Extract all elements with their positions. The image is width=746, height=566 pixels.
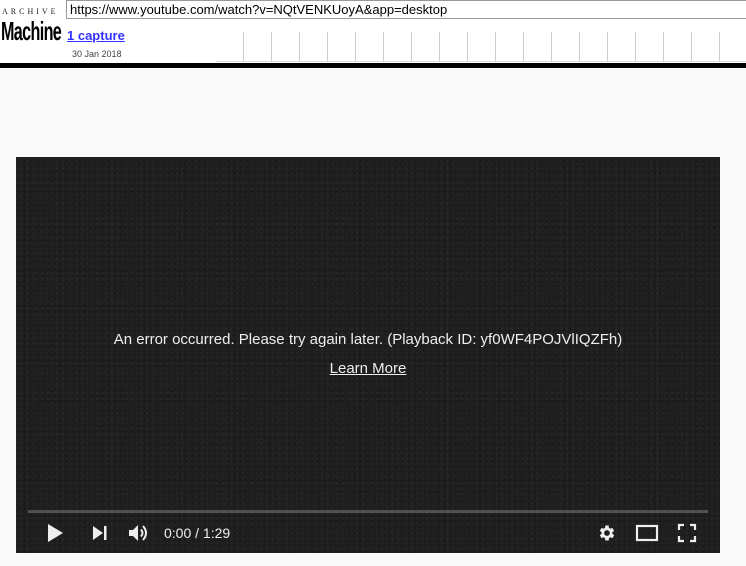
play-icon — [48, 524, 63, 542]
url-input[interactable]: https://www.youtube.com/watch?v=NQtVENKU… — [66, 0, 746, 19]
volume-button[interactable] — [124, 519, 152, 547]
fullscreen-icon — [677, 523, 697, 543]
wayback-toolbar: ARCHIVE Machine https://www.youtube.com/… — [0, 0, 746, 64]
wayback-logo[interactable]: ARCHIVE Machine — [0, 2, 62, 52]
next-icon — [93, 526, 107, 540]
next-button[interactable] — [86, 519, 114, 547]
error-message: An error occurred. Please try again late… — [113, 331, 623, 348]
play-button[interactable] — [41, 519, 69, 547]
time-display: 0:00 / 1:29 — [164, 525, 230, 541]
duration: 1:29 — [202, 525, 231, 541]
player-controls: 0:00 / 1:29 — [16, 513, 720, 553]
theater-mode-button[interactable] — [633, 519, 661, 547]
learn-more-link[interactable]: Learn More — [330, 360, 407, 377]
logo-archive-text: ARCHIVE — [2, 7, 59, 16]
captures-link[interactable]: 1 capture — [67, 28, 125, 43]
settings-icon — [599, 525, 615, 541]
time-separator: / — [195, 525, 203, 541]
theater-icon — [635, 524, 659, 542]
settings-button[interactable] — [593, 519, 621, 547]
capture-sparkline[interactable] — [216, 32, 746, 62]
logo-machine-text: Machine — [1, 16, 62, 46]
capture-date: 30 Jan 2018 — [72, 49, 122, 59]
learn-more-container: Learn More — [16, 360, 720, 377]
video-player[interactable]: An error occurred. Please try again late… — [16, 157, 720, 553]
volume-icon — [129, 525, 147, 541]
fullscreen-button[interactable] — [673, 519, 701, 547]
player-background — [16, 157, 720, 553]
toolbar-divider — [0, 63, 746, 68]
current-time: 0:00 — [164, 525, 192, 541]
